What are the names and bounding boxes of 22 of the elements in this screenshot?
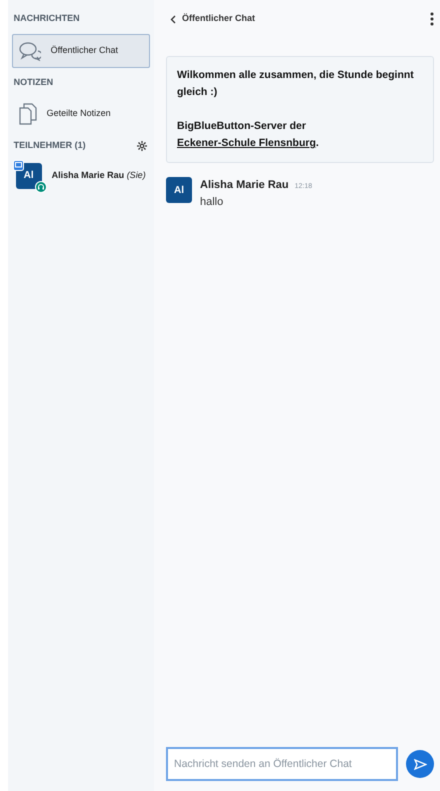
section-heading: NACHRICHTEN	[12, 12, 81, 25]
server-text: BigBlueButton-Server der Eckener-Schule Flensnburg.	[177, 119, 320, 151]
message-text: hallo	[200, 194, 224, 210]
more-options-icon[interactable]	[430, 12, 434, 26]
send-button[interactable]	[406, 750, 434, 778]
welcome-text: Wilkommen alle zusammen, die Stunde beginnt gleich :)	[177, 68, 415, 100]
settings-icon[interactable]	[136, 140, 148, 152]
message-author: Alisha Marie Rau	[200, 178, 289, 193]
user-avatar: Al	[166, 177, 192, 203]
participant-name: Alisha Marie Rau (Sie)	[52, 168, 146, 182]
back-button[interactable]: Öffentlicher Chat	[166, 12, 256, 26]
section-heading: TEILNEHMER (1)	[14, 139, 86, 152]
chevron-left-icon	[170, 14, 176, 24]
sidebar-item[interactable]: Öffentlicher Chat	[12, 34, 150, 68]
documents-icon	[18, 103, 37, 125]
sidebar-item[interactable]: Geteilte Notizen	[12, 97, 150, 131]
section-heading: NOTIZEN	[12, 76, 54, 88]
chat-bubbles-icon	[18, 40, 41, 60]
school-link[interactable]: Eckener-Schule Flensnburg	[177, 137, 316, 149]
send-icon	[414, 758, 426, 770]
participant-item[interactable]: Al Alisha Marie Rau (Sie)	[12, 162, 150, 188]
message-input[interactable]: Nachricht senden an Öffentlicher Chat	[166, 747, 398, 781]
